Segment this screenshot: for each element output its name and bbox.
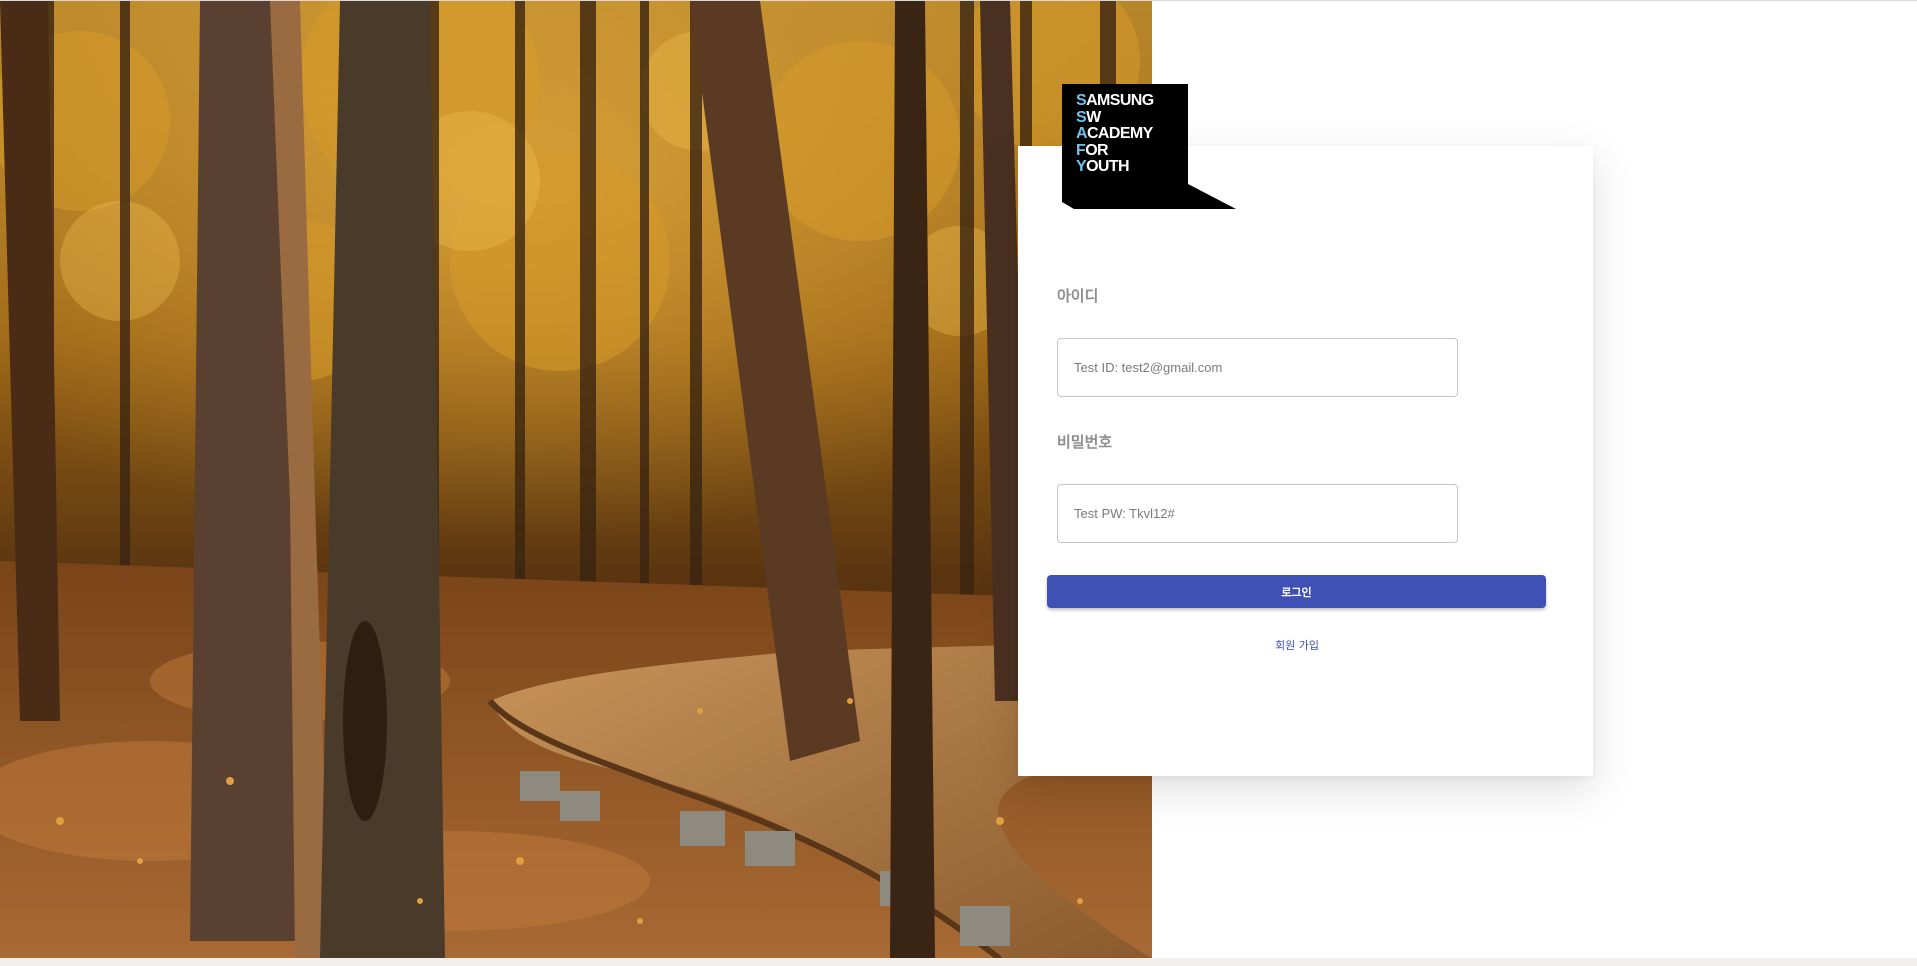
- password-label: 비밀번호: [1057, 433, 1113, 451]
- logo-line: FOR: [1076, 141, 1109, 159]
- logo-line: SAMSUNG: [1076, 92, 1154, 109]
- id-label: 아이디: [1057, 287, 1099, 305]
- logo-text: SAMSUNG SW ACADEMY FOR YOUTH: [1076, 92, 1154, 176]
- signup-link[interactable]: 회원 가입: [1247, 637, 1347, 653]
- logo-line: YOUTH: [1076, 158, 1130, 175]
- samsung-sw-academy-logo: SAMSUNG SW ACADEMY FOR YOUTH: [1062, 84, 1236, 209]
- login-page: SAMSUNG SW ACADEMY FOR YOUTH 아이디 비밀번호 로그…: [0, 0, 1917, 966]
- logo-line: SW: [1076, 108, 1101, 126]
- id-input[interactable]: [1057, 338, 1458, 397]
- login-card: [1018, 146, 1593, 776]
- login-button[interactable]: 로그인: [1047, 575, 1546, 608]
- password-input[interactable]: [1057, 484, 1458, 543]
- autumn-forest-photo: [0, 1, 1152, 959]
- bottom-strip: [0, 958, 1917, 966]
- logo-line: ACADEMY: [1076, 125, 1153, 142]
